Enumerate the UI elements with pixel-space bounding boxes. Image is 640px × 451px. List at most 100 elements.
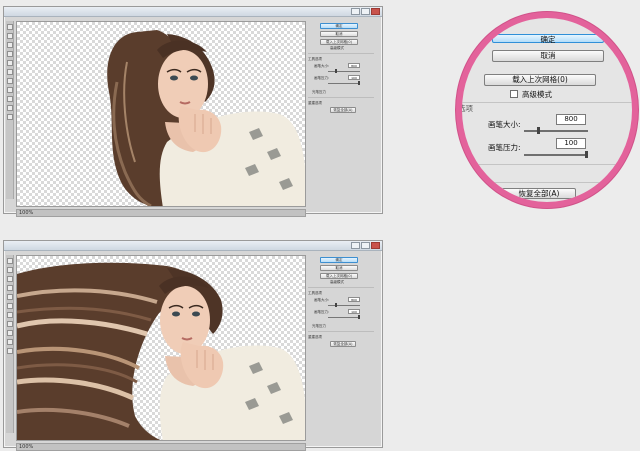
brush-pressure-input[interactable]: 100 [348,309,360,314]
bloat-tool-icon[interactable] [7,69,13,75]
cancel-button[interactable]: 取消 [320,265,358,271]
tools-panel [6,21,14,199]
advanced-mode-label: 高级模式 [522,90,552,99]
advanced-mode-checkbox[interactable] [510,90,518,98]
restore-all-button-zoomed[interactable]: 恢复全部(A) [502,188,576,199]
brush-size-slider[interactable] [328,303,360,307]
cancel-button-zoomed[interactable]: 取消 [492,50,604,62]
tool-options-heading: 工具选项 [308,291,322,295]
brush-size-label: 画笔大小: [314,298,330,302]
reconstruct-tool-icon[interactable] [7,33,13,39]
forward-warp-tool-icon[interactable] [7,258,13,264]
ok-button[interactable]: 确定 [320,23,358,29]
minimize-button[interactable] [351,8,360,15]
window-title-bar [4,7,382,17]
brush-size-slider-zoomed[interactable] [524,130,588,132]
rebuild-options-heading: 重建选项 [308,335,322,339]
brush-pressure-input[interactable]: 100 [348,75,360,80]
load-mesh-button[interactable]: 载入上次网格(0) [320,39,358,45]
window-title-bar [4,241,382,251]
pressure-checkbox-label[interactable]: 光笔压力 [312,90,326,95]
maximize-button[interactable] [361,242,370,249]
ok-label: 确定 [540,35,556,44]
thaw-mask-tool-icon[interactable] [7,96,13,102]
brush-pressure-slider[interactable] [328,315,360,319]
section-divider [462,164,632,165]
preview-canvas[interactable] [16,255,306,441]
reconstruct-tool-icon[interactable] [7,267,13,273]
divider [308,331,374,332]
brush-size-label-zoomed: 画笔大小: [488,120,521,129]
hand-tool-icon[interactable] [7,339,13,345]
pucker-tool-icon[interactable] [7,60,13,66]
rebuild-options-heading: 重建选项 [308,101,322,105]
push-left-tool-icon[interactable] [7,78,13,84]
pressure-heading: 压力 [458,160,473,169]
load-mesh-button[interactable]: 载入上次网格(0) [320,273,358,279]
smooth-tool-icon[interactable] [7,42,13,48]
restore-all-label: 恢复全部(A) [518,189,560,198]
brush-pressure-slider-thumb[interactable] [584,151,588,158]
smooth-tool-icon[interactable] [7,276,13,282]
brush-pressure-slider-zoomed[interactable] [524,154,588,156]
zoomed-options-magnifier: 确定 取消 载入上次网格(0) 高级模式 选项 画笔大小: 800 画笔压力: … [456,12,638,208]
brush-pressure-input-zoomed[interactable]: 100 [556,138,586,149]
cancel-button[interactable]: 取消 [320,31,358,37]
model-photo-liquified [17,262,305,440]
pucker-tool-icon[interactable] [7,294,13,300]
liquify-window-after: 100% 确定 取消 载入上次网格(0) 高级模式 工具选项 画笔大小: 800… [3,240,383,451]
restore-all-button[interactable]: 恢复全部(A) [330,107,356,113]
pressure-checkbox-label[interactable]: 光笔压力 [312,324,326,329]
section-divider [462,102,632,103]
ok-button-zoomed[interactable]: 确定 [492,34,604,44]
liquify-window-before: 100% 确定 取消 载入上次网格(0) 高级模式 工具选项 画笔大小: 800… [3,6,383,217]
hand-tool-icon[interactable] [7,105,13,111]
cancel-label: 取消 [540,51,556,60]
divider [308,287,374,288]
freeze-mask-tool-icon[interactable] [7,87,13,93]
slider-thumb[interactable] [335,69,337,73]
bloat-tool-icon[interactable] [7,303,13,309]
section-divider [462,182,632,183]
freeze-mask-tool-icon[interactable] [7,321,13,327]
restore-all-button[interactable]: 恢复全部(A) [330,341,356,347]
slider-thumb[interactable] [335,303,337,307]
brush-size-input[interactable]: 800 [348,63,360,68]
twirl-tool-icon[interactable] [7,285,13,291]
status-bar: 100% [16,443,306,451]
ok-button[interactable]: 确定 [320,257,358,263]
twirl-tool-icon[interactable] [7,51,13,57]
brush-pressure-label-zoomed: 画笔压力: [488,143,521,152]
tools-panel [6,255,14,433]
options-panel: 确定 取消 载入上次网格(0) 高级模式 工具选项 画笔大小: 800 画笔压力… [306,21,378,199]
close-button[interactable] [371,242,380,249]
brush-size-input[interactable]: 800 [348,297,360,302]
model-photo [107,30,305,206]
minimize-button[interactable] [351,242,360,249]
brush-size-input-zoomed[interactable]: 800 [556,114,586,125]
advanced-mode-checkbox-label[interactable]: 高级模式 [330,280,344,285]
push-left-tool-icon[interactable] [7,312,13,318]
options-panel: 确定 取消 载入上次网格(0) 高级模式 工具选项 画笔大小: 800 画笔压力… [306,255,378,433]
thaw-mask-tool-icon[interactable] [7,330,13,336]
zoom-tool-icon[interactable] [7,348,13,354]
advanced-mode-checkbox-label[interactable]: 高级模式 [330,46,344,51]
close-button[interactable] [371,8,380,15]
zoom-tool-icon[interactable] [7,114,13,120]
brush-size-slider[interactable] [328,69,360,73]
zoom-level[interactable]: 100% [19,210,33,216]
brush-size-slider-thumb[interactable] [537,127,541,134]
slider-thumb[interactable] [358,315,360,319]
zoom-level[interactable]: 100% [19,444,33,450]
forward-warp-tool-icon[interactable] [7,24,13,30]
load-mesh-button-zoomed[interactable]: 载入上次网格(0) [484,74,596,86]
brush-pressure-label: 画笔压力: [314,310,330,314]
brush-pressure-slider[interactable] [328,81,360,85]
slider-thumb[interactable] [358,81,360,85]
load-mesh-label: 载入上次网格(0) [512,75,568,84]
preview-canvas[interactable] [16,21,306,207]
tool-options-heading: 工具选项 [308,57,322,61]
brush-pressure-label: 画笔压力: [314,76,330,80]
maximize-button[interactable] [361,8,370,15]
divider [308,97,374,98]
